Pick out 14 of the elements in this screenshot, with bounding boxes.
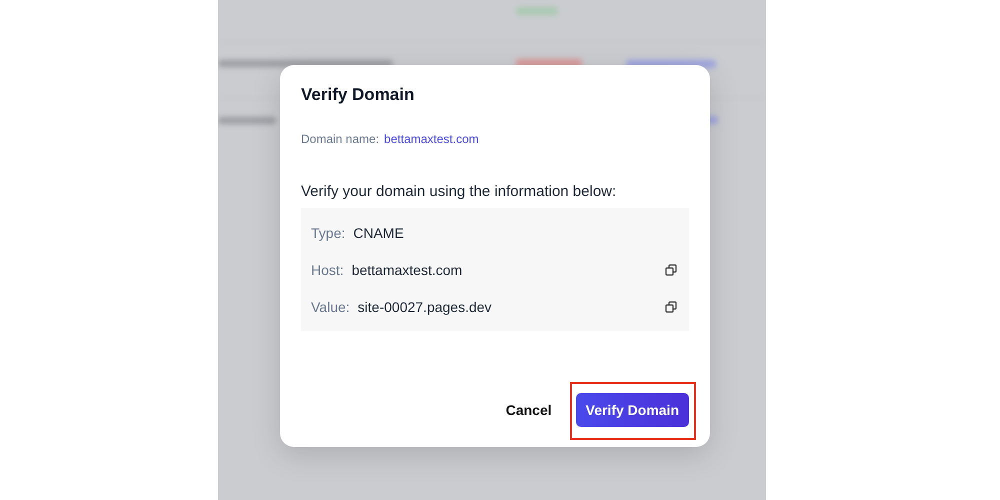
instructions-text: Verify your domain using the information below: (301, 183, 616, 200)
cancel-button[interactable]: Cancel (496, 394, 562, 426)
record-label: Value: (311, 298, 350, 314)
record-value: CNAME (353, 224, 405, 240)
record-value: bettamaxtest.com (352, 262, 464, 278)
domain-value: bettamaxtest.com (384, 132, 479, 146)
record-label: Host: (311, 262, 344, 278)
dialog-title: Verify Domain (301, 85, 414, 105)
record-value: site-00027.pages.dev (358, 298, 493, 314)
domain-label: Domain name: (301, 132, 380, 146)
record-label: Type: (311, 224, 346, 240)
verify-button[interactable]: Verify Domain (576, 393, 689, 427)
copy-icon[interactable] (665, 264, 677, 276)
copy-icon[interactable] (665, 300, 677, 312)
